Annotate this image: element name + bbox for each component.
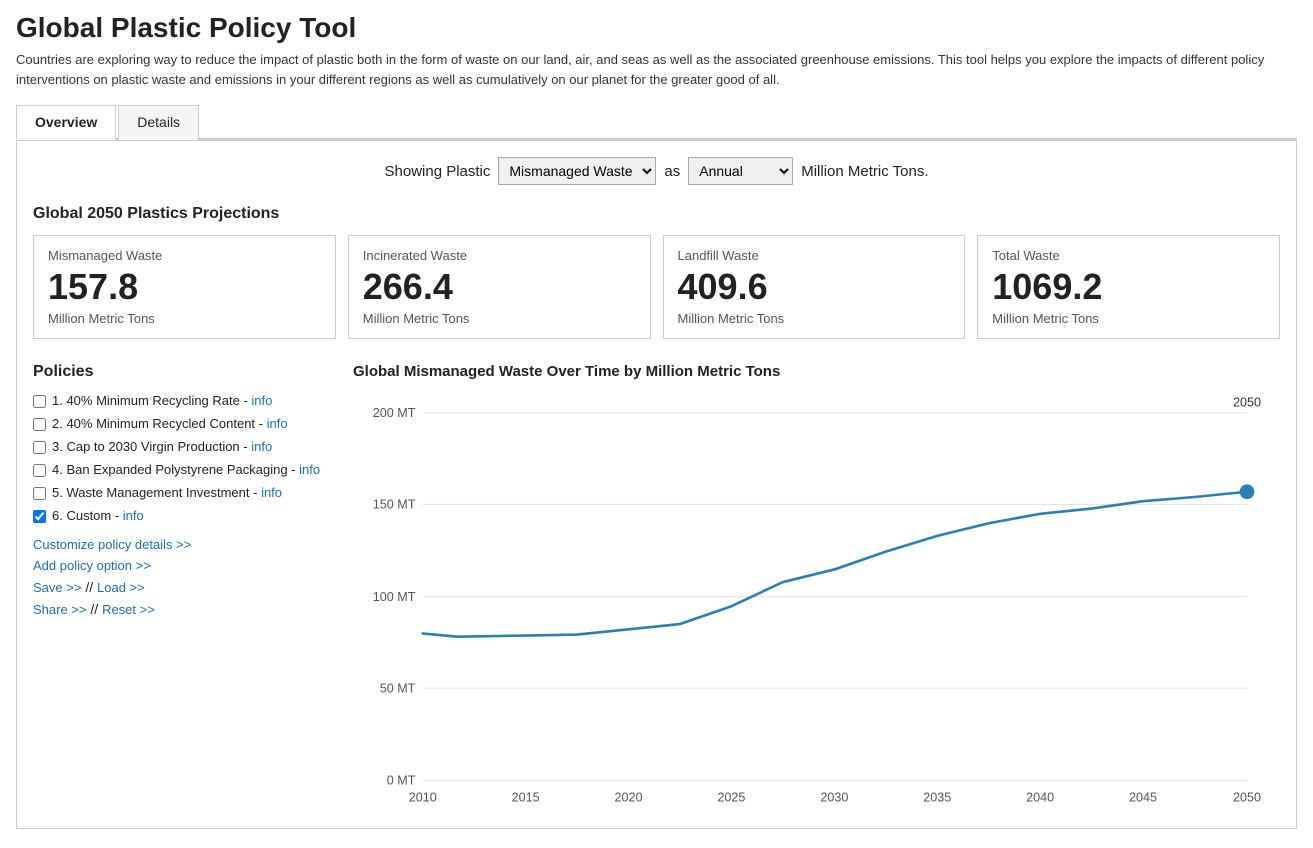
svg-text:2010: 2010 [409, 790, 437, 804]
customize-link[interactable]: Customize policy details >> [33, 537, 337, 552]
policy-label-5: 5. Waste Management Investment - info [52, 485, 282, 500]
kpi-landfill-value: 409.6 [678, 267, 951, 307]
kpi-mismanaged: Mismanaged Waste 157.8 Million Metric To… [33, 235, 336, 339]
share-link[interactable]: Share >> [33, 602, 87, 617]
svg-text:2035: 2035 [923, 790, 951, 804]
chart-title: Global Mismanaged Waste Over Time by Mil… [353, 363, 1280, 380]
separator-2: // [90, 601, 102, 617]
policy-item-6: 6. Custom - info [33, 508, 337, 523]
metric-select[interactable]: Mismanaged Waste Landfill Waste Incinera… [498, 157, 656, 185]
kpi-mismanaged-label: Mismanaged Waste [48, 248, 321, 263]
svg-text:200 MT: 200 MT [373, 406, 416, 420]
share-reset-row: Share >> // Reset >> [33, 601, 337, 617]
svg-text:2050: 2050 [1233, 790, 1261, 804]
kpi-incinerated-label: Incinerated Waste [363, 248, 636, 263]
policy-item-5: 5. Waste Management Investment - info [33, 485, 337, 500]
svg-text:2015: 2015 [512, 790, 540, 804]
bottom-section: Policies 1. 40% Minimum Recycling Rate -… [33, 363, 1280, 812]
kpi-total-label: Total Waste [992, 248, 1265, 263]
kpi-mismanaged-value: 157.8 [48, 267, 321, 307]
separator-1: // [85, 579, 97, 595]
kpi-total-unit: Million Metric Tons [992, 311, 1265, 326]
svg-text:100 MT: 100 MT [373, 590, 416, 604]
policy-item-3: 3. Cap to 2030 Virgin Production - info [33, 439, 337, 454]
policy-label-2: 2. 40% Minimum Recycled Content - info [52, 416, 288, 431]
save-link[interactable]: Save >> [33, 580, 81, 595]
policy-item-1: 1. 40% Minimum Recycling Rate - info [33, 393, 337, 408]
svg-text:2040: 2040 [1026, 790, 1054, 804]
svg-text:2025: 2025 [717, 790, 745, 804]
showing-row: Showing Plastic Mismanaged Waste Landfil… [33, 157, 1280, 185]
kpi-total: Total Waste 1069.2 Million Metric Tons [977, 235, 1280, 339]
showing-label: Showing Plastic [385, 163, 491, 180]
policy-info-3[interactable]: info [251, 439, 272, 454]
tab-bar: Overview Details [16, 103, 1297, 140]
policy-item-2: 2. 40% Minimum Recycled Content - info [33, 416, 337, 431]
kpi-landfill-label: Landfill Waste [678, 248, 951, 263]
line-chart-svg: 200 MT 150 MT 100 MT 50 MT 0 MT 2010 201… [353, 392, 1280, 812]
svg-text:2020: 2020 [615, 790, 643, 804]
load-link[interactable]: Load >> [97, 580, 145, 595]
projections-title: Global 2050 Plastics Projections [33, 205, 1280, 223]
svg-text:2030: 2030 [820, 790, 848, 804]
policy-check-5[interactable] [33, 487, 46, 500]
policy-check-4[interactable] [33, 464, 46, 477]
policy-check-6[interactable] [33, 510, 46, 523]
policy-info-5[interactable]: info [261, 485, 282, 500]
policy-check-3[interactable] [33, 441, 46, 454]
policy-label-1: 1. 40% Minimum Recycling Rate - info [52, 393, 272, 408]
chart-container: 200 MT 150 MT 100 MT 50 MT 0 MT 2010 201… [353, 392, 1280, 812]
kpi-incinerated: Incinerated Waste 266.4 Million Metric T… [348, 235, 651, 339]
policy-label-4: 4. Ban Expanded Polystyrene Packaging - … [52, 462, 320, 477]
policy-info-6[interactable]: info [123, 508, 144, 523]
kpi-incinerated-value: 266.4 [363, 267, 636, 307]
tab-overview[interactable]: Overview [16, 105, 116, 140]
time-select[interactable]: Annual Cumulative [688, 157, 793, 185]
svg-text:0 MT: 0 MT [387, 773, 416, 787]
as-label: as [664, 163, 680, 180]
chart-highlight-dot [1240, 484, 1255, 499]
svg-text:2045: 2045 [1129, 790, 1157, 804]
kpi-landfill-unit: Million Metric Tons [678, 311, 951, 326]
policies-panel: Policies 1. 40% Minimum Recycling Rate -… [33, 363, 353, 812]
add-policy-link[interactable]: Add policy option >> [33, 558, 337, 573]
unit-label: Million Metric Tons. [801, 163, 928, 180]
policy-label-6: 6. Custom - info [52, 508, 144, 523]
chart-panel: Global Mismanaged Waste Over Time by Mil… [353, 363, 1280, 812]
policy-info-4[interactable]: info [299, 462, 320, 477]
policy-check-1[interactable] [33, 395, 46, 408]
app-subtitle: Countries are exploring way to reduce th… [16, 50, 1297, 89]
kpi-row: Mismanaged Waste 157.8 Million Metric To… [33, 235, 1280, 339]
reset-link[interactable]: Reset >> [102, 602, 155, 617]
kpi-total-value: 1069.2 [992, 267, 1265, 307]
policy-info-2[interactable]: info [267, 416, 288, 431]
policy-links: Customize policy details >> Add policy o… [33, 537, 337, 617]
policy-info-1[interactable]: info [251, 393, 272, 408]
policy-item-4: 4. Ban Expanded Polystyrene Packaging - … [33, 462, 337, 477]
kpi-mismanaged-unit: Million Metric Tons [48, 311, 321, 326]
policy-label-3: 3. Cap to 2030 Virgin Production - info [52, 439, 272, 454]
policies-title: Policies [33, 363, 337, 381]
svg-text:150 MT: 150 MT [373, 497, 416, 511]
save-load-row: Save >> // Load >> [33, 579, 337, 595]
main-panel: Showing Plastic Mismanaged Waste Landfil… [16, 140, 1297, 829]
kpi-landfill: Landfill Waste 409.6 Million Metric Tons [663, 235, 966, 339]
tab-details[interactable]: Details [118, 105, 199, 140]
app-title: Global Plastic Policy Tool [16, 12, 1297, 44]
policy-check-2[interactable] [33, 418, 46, 431]
svg-text:50 MT: 50 MT [380, 681, 416, 695]
chart-line [423, 491, 1247, 636]
kpi-incinerated-unit: Million Metric Tons [363, 311, 636, 326]
svg-text:2050: 2050 [1233, 395, 1261, 409]
